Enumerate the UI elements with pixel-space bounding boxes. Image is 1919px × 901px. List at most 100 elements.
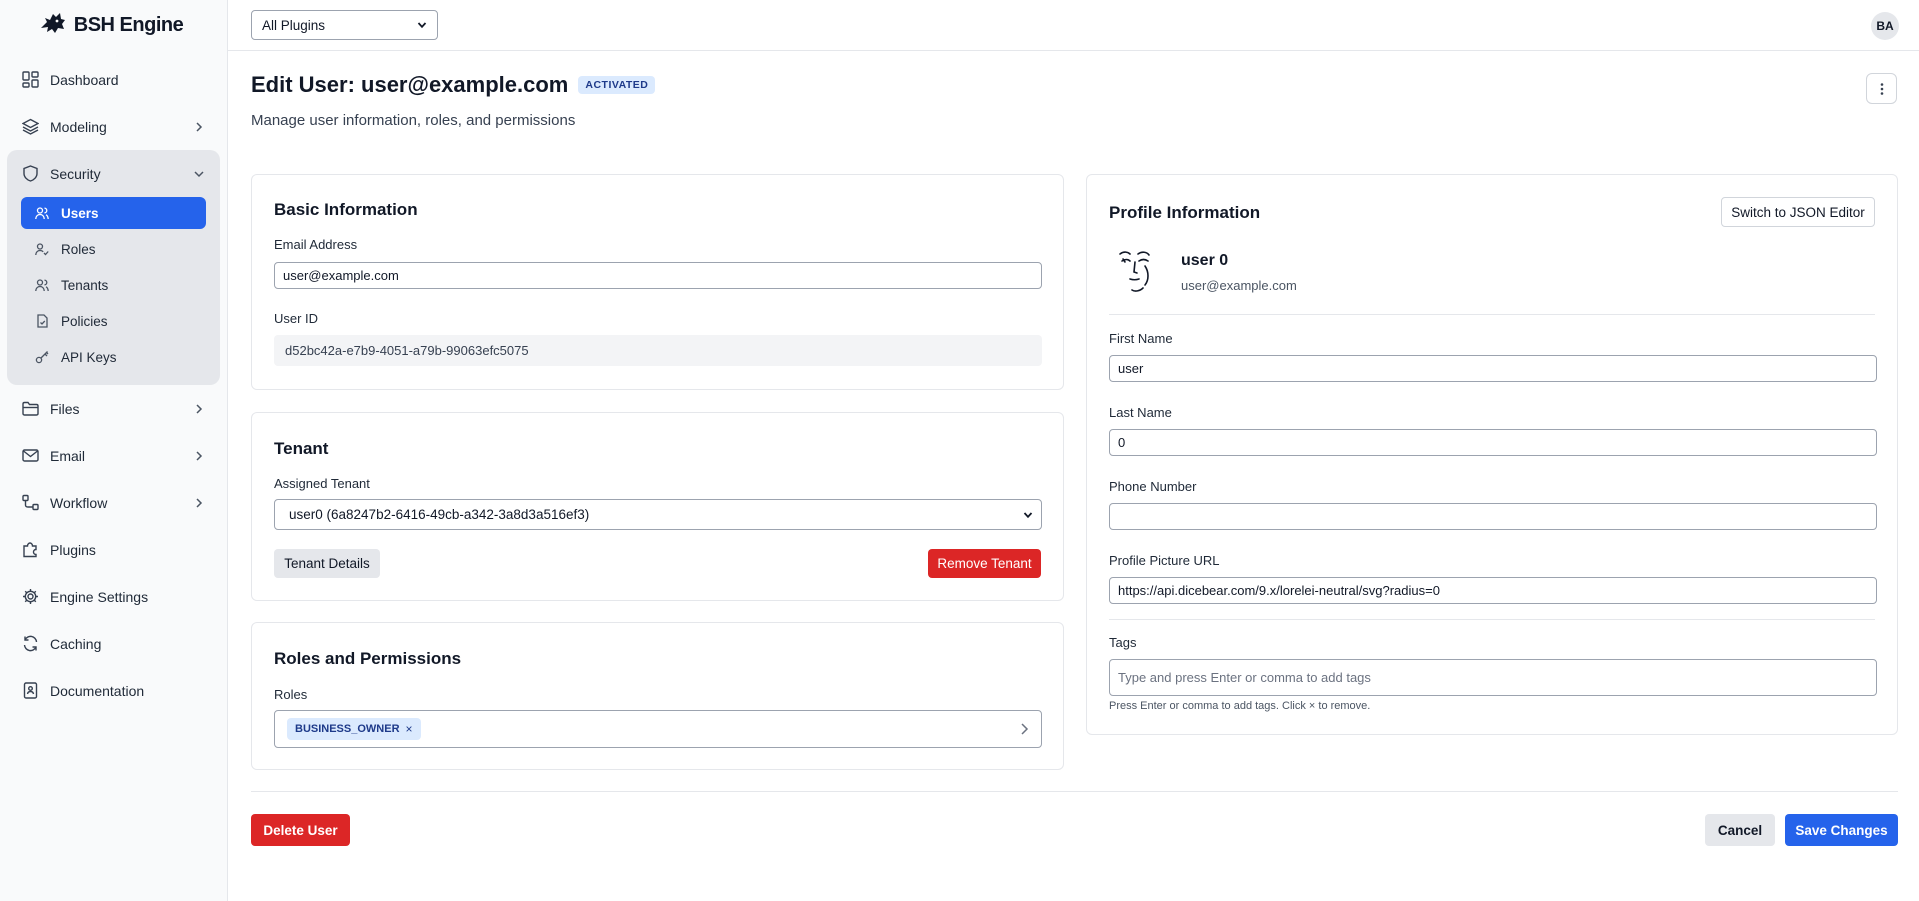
save-changes-button[interactable]: Save Changes [1785, 814, 1898, 846]
policy-icon [35, 314, 49, 328]
sidebar-item-api-keys[interactable]: API Keys [21, 341, 206, 373]
roles-multiselect[interactable]: BUSINESS_OWNER × [274, 710, 1042, 748]
tenant-card: Tenant Assigned Tenant user0 (6a8247b2-6… [251, 412, 1064, 601]
more-actions-button[interactable] [1866, 73, 1897, 104]
sidebar-item-label: Caching [50, 635, 102, 652]
sidebar-item-email[interactable]: Email [7, 432, 220, 479]
footer-divider [251, 791, 1898, 792]
switch-json-editor-button[interactable]: Switch to JSON Editor [1721, 197, 1875, 227]
sidebar-item-dashboard[interactable]: Dashboard [7, 56, 220, 103]
key-icon [35, 350, 49, 364]
user-avatar[interactable]: BA [1871, 12, 1899, 40]
assigned-tenant-select[interactable]: user0 (6a8247b2-6416-49cb-a342-3a8d3a516… [274, 499, 1042, 530]
sidebar-item-caching[interactable]: Caching [7, 620, 220, 667]
tags-help-text: Press Enter or comma to add tags. Click … [1109, 700, 1371, 712]
remove-tenant-button[interactable]: Remove Tenant [928, 549, 1041, 578]
dashboard-icon [21, 71, 39, 89]
brand[interactable]: BSH Engine [0, 0, 227, 50]
sidebar-subitem-label: Policies [61, 313, 108, 329]
folder-icon [21, 400, 39, 418]
chevron-right-icon [196, 121, 203, 132]
users-icon [35, 206, 49, 220]
tenant-details-button[interactable]: Tenant Details [274, 549, 380, 578]
sidebar-subitem-label: Users [61, 205, 99, 221]
first-name-field[interactable]: user [1109, 355, 1877, 382]
delete-user-button[interactable]: Delete User [251, 814, 350, 846]
sidebar-subitem-label: Roles [61, 241, 96, 257]
page-subtitle: Manage user information, roles, and perm… [251, 112, 576, 129]
first-name-label: First Name [1109, 331, 1173, 346]
sidebar-item-security[interactable]: Security [7, 150, 220, 197]
chevron-right-icon [196, 403, 203, 414]
sidebar-item-label: Documentation [50, 682, 145, 699]
last-name-field[interactable]: 0 [1109, 429, 1877, 456]
user-id-value: d52bc42a-e7b9-4051-a79b-99063efc5075 [274, 335, 1042, 366]
topbar: All Plugins BA [228, 0, 1919, 51]
cancel-button[interactable]: Cancel [1705, 814, 1775, 846]
sidebar-item-plugins[interactable]: Plugins [7, 526, 220, 573]
role-chip: BUSINESS_OWNER × [287, 718, 421, 740]
roles-card: Roles and Permissions Roles BUSINESS_OWN… [251, 622, 1064, 770]
tenants-icon [35, 278, 49, 292]
sidebar-item-workflow[interactable]: Workflow [7, 479, 220, 526]
sidebar-item-label: Engine Settings [50, 588, 149, 605]
chevron-down-icon [194, 170, 204, 177]
email-label: Email Address [274, 237, 358, 252]
more-vertical-icon [1880, 82, 1883, 95]
chevron-right-icon [196, 497, 203, 508]
plugin-filter-select[interactable]: All Plugins [251, 10, 438, 40]
sidebar-item-label: Dashboard [50, 71, 119, 88]
sidebar-item-modeling[interactable]: Modeling [7, 103, 220, 150]
sidebar-item-roles[interactable]: Roles [21, 233, 206, 265]
book-icon [21, 682, 39, 700]
security-group: Security Users Roles Tenants Policies AP… [7, 150, 220, 385]
card-title: Basic Information [274, 200, 418, 219]
email-field[interactable]: user@example.com [274, 262, 1042, 289]
sidebar-item-engine-settings[interactable]: Engine Settings [7, 573, 220, 620]
puzzle-icon [21, 541, 39, 559]
refresh-icon [21, 635, 39, 653]
shield-icon [21, 165, 39, 183]
chevron-down-icon [417, 22, 427, 29]
profile-picture-label: Profile Picture URL [1109, 553, 1220, 568]
layers-icon [21, 118, 39, 136]
sidebar-item-label: Plugins [50, 541, 96, 558]
gear-icon [21, 588, 39, 606]
sidebar-item-policies[interactable]: Policies [21, 305, 206, 337]
brand-name: BSH Engine [73, 13, 184, 36]
sidebar-subitem-label: Tenants [61, 277, 109, 293]
chevron-right-icon [1021, 723, 1029, 735]
phone-field[interactable] [1109, 503, 1877, 530]
remove-role-icon[interactable]: × [406, 722, 413, 736]
sidebar-item-documentation[interactable]: Documentation [7, 667, 220, 714]
profile-display-name: user 0 [1181, 252, 1229, 269]
sidebar-subitem-label: API Keys [61, 349, 117, 365]
sidebar-item-users[interactable]: Users [21, 197, 206, 229]
roles-label: Roles [274, 687, 308, 702]
profile-information-card: Profile Information Switch to JSON Edito… [1086, 174, 1898, 735]
sidebar-item-label: Email [50, 447, 86, 464]
role-chip-label: BUSINESS_OWNER [295, 723, 400, 735]
sidebar-item-tenants[interactable]: Tenants [21, 269, 206, 301]
card-title: Roles and Permissions [274, 649, 462, 668]
chevron-right-icon [196, 450, 203, 461]
page-title: Edit User: user@example.com [251, 72, 569, 97]
tags-placeholder: Type and press Enter or comma to add tag… [1118, 670, 1371, 685]
divider [1109, 314, 1875, 315]
sidebar-item-files[interactable]: Files [7, 385, 220, 432]
card-title: Tenant [274, 439, 329, 458]
tags-input[interactable]: Type and press Enter or comma to add tag… [1109, 659, 1877, 696]
card-title: Profile Information [1109, 203, 1261, 222]
sidebar-item-label: Security [50, 165, 101, 182]
user-check-icon [35, 242, 49, 256]
assigned-tenant-label: Assigned Tenant [274, 476, 370, 491]
sidebar-item-label: Files [50, 400, 80, 417]
status-badge: ACTIVATED [578, 76, 656, 94]
user-id-label: User ID [274, 311, 319, 326]
last-name-label: Last Name [1109, 405, 1172, 420]
profile-picture-field[interactable]: https://api.dicebear.com/9.x/lorelei-neu… [1109, 577, 1877, 604]
brand-logo-icon [38, 10, 68, 41]
sidebar: BSH Engine Dashboard Modeling Security U… [0, 0, 228, 901]
mail-icon [21, 447, 39, 465]
sidebar-item-label: Modeling [50, 118, 107, 135]
